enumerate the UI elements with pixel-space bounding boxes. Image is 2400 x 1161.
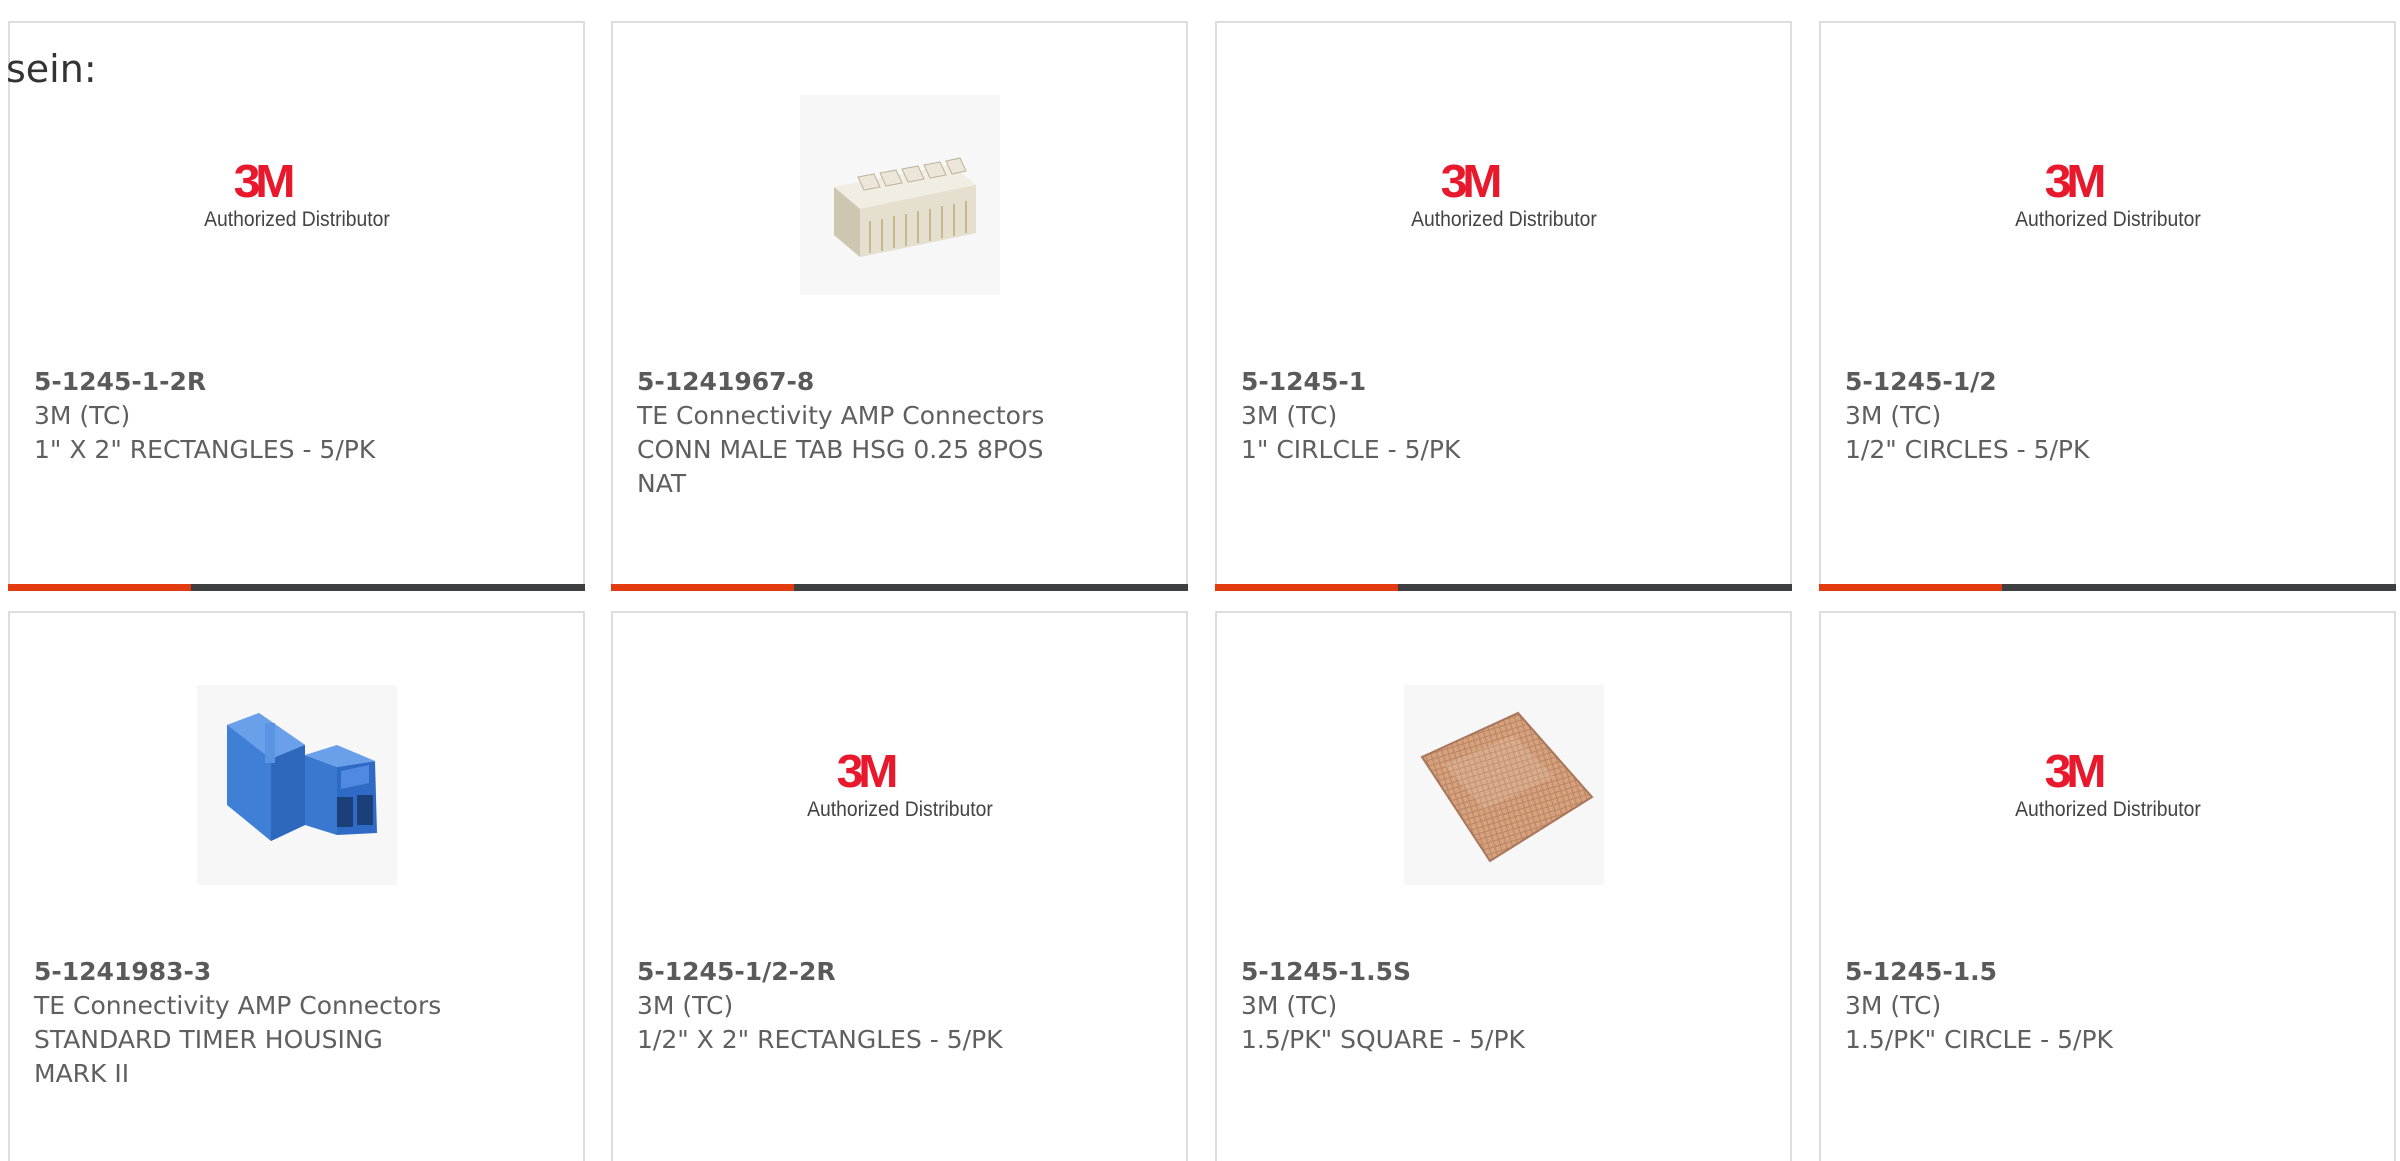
card-accent-bar (611, 584, 794, 591)
product-image (799, 95, 1000, 295)
lead-text: sein: (6, 47, 97, 91)
manufacturer: 3M (TC) (637, 991, 734, 1020)
product-image: 3M Authorized Distributor (197, 95, 397, 295)
part-number: 5-1245-1.5S (1241, 957, 1412, 986)
part-number: 5-1245-1/2 (1845, 367, 1997, 396)
card-accent-bar (1819, 584, 2002, 591)
logo-mark: 3M (2044, 155, 2106, 207)
3m-logo-icon: 3M Authorized Distributor (800, 740, 1000, 830)
product-image: 3M Authorized Distributor (2008, 95, 2208, 295)
product-info: 5-1245-1.5S 3M (TC) 1.5/PK" SQUARE - 5/P… (1241, 955, 1661, 1057)
3m-logo-icon: 3M Authorized Distributor (1404, 150, 1604, 240)
product-card[interactable]: 5-1245-1.5S 3M (TC) 1.5/PK" SQUARE - 5/P… (1215, 611, 1792, 1161)
product-card[interactable]: 3M Authorized Distributor 5-1245-1.5 3M … (1819, 611, 2396, 1161)
manufacturer: 3M (TC) (1845, 401, 1942, 430)
description: CONN MALE TAB HSG 0.25 8POS NAT (637, 435, 1044, 498)
logo-tagline: Authorized Distributor (806, 798, 993, 821)
card-bottom-bar (1819, 584, 2396, 591)
part-number: 5-1241967-8 (637, 367, 815, 396)
product-card[interactable]: 5-1241983-3 TE Connectivity AMP Connecto… (8, 611, 585, 1161)
card-bottom-bar (8, 584, 585, 591)
product-image (196, 685, 397, 885)
description: STANDARD TIMER HOUSING MARK II (34, 1025, 383, 1088)
product-info: 5-1241967-8 TE Connectivity AMP Connecto… (637, 365, 1057, 501)
manufacturer: 3M (TC) (34, 401, 131, 430)
part-number: 5-1245-1 (1241, 367, 1367, 396)
product-card[interactable]: 3M Authorized Distributor 5-1245-1/2 3M … (1819, 21, 2396, 591)
product-info: 5-1245-1/2 3M (TC) 1/2" CIRCLES - 5/PK (1845, 365, 2265, 467)
card-accent-bar (1215, 584, 1398, 591)
product-info: 5-1245-1 3M (TC) 1" CIRLCLE - 5/PK (1241, 365, 1661, 467)
product-image: 3M Authorized Distributor (800, 685, 1000, 885)
white-connector-housing-icon (799, 95, 1000, 295)
card-accent-bar (8, 584, 191, 591)
product-card[interactable]: 5-1241967-8 TE Connectivity AMP Connecto… (611, 21, 1188, 591)
logo-mark: 3M (233, 155, 295, 207)
description: 1" X 2" RECTANGLES - 5/PK (34, 435, 376, 464)
product-card[interactable]: 3M Authorized Distributor 5-1245-1 3M (T… (1215, 21, 1792, 591)
card-bottom-bar (611, 584, 1188, 591)
product-image: 3M Authorized Distributor (1404, 95, 1604, 295)
logo-tagline: Authorized Distributor (1410, 208, 1597, 231)
3m-logo-icon: 3M Authorized Distributor (2008, 150, 2208, 240)
product-card[interactable]: 3M Authorized Distributor 5-1245-1/2-2R … (611, 611, 1188, 1161)
description: 1" CIRLCLE - 5/PK (1241, 435, 1461, 464)
copper-foil-square-icon (1403, 685, 1604, 885)
description: 1/2" X 2" RECTANGLES - 5/PK (637, 1025, 1003, 1054)
part-number: 5-1245-1/2-2R (637, 957, 836, 986)
page: sein: 3M Authorized Distributor 5-1245-1… (0, 0, 2400, 1161)
manufacturer: 3M (TC) (1241, 991, 1338, 1020)
description: 1.5/PK" SQUARE - 5/PK (1241, 1025, 1525, 1054)
logo-mark: 3M (2044, 745, 2106, 797)
product-info: 5-1241983-3 TE Connectivity AMP Connecto… (34, 955, 454, 1091)
part-number: 5-1241983-3 (34, 957, 212, 986)
part-number: 5-1245-1.5 (1845, 957, 1998, 986)
manufacturer: TE Connectivity AMP Connectors (637, 401, 1045, 430)
product-card[interactable]: 3M Authorized Distributor 5-1245-1-2R 3M… (8, 21, 585, 591)
logo-mark: 3M (1440, 155, 1502, 207)
logo-tagline: Authorized Distributor (203, 208, 390, 231)
logo-mark: 3M (836, 745, 898, 797)
product-info: 5-1245-1-2R 3M (TC) 1" X 2" RECTANGLES -… (34, 365, 454, 467)
description: 1.5/PK" CIRCLE - 5/PK (1845, 1025, 2113, 1054)
description: 1/2" CIRCLES - 5/PK (1845, 435, 2090, 464)
product-image: 3M Authorized Distributor (2008, 685, 2208, 885)
3m-logo-icon: 3M Authorized Distributor (2008, 740, 2208, 830)
product-image (1403, 685, 1604, 885)
product-info: 5-1245-1.5 3M (TC) 1.5/PK" CIRCLE - 5/PK (1845, 955, 2265, 1057)
product-info: 5-1245-1/2-2R 3M (TC) 1/2" X 2" RECTANGL… (637, 955, 1057, 1057)
blue-connector-housing-icon (196, 685, 397, 885)
3m-logo-icon: 3M Authorized Distributor (197, 150, 397, 240)
card-bottom-bar (1215, 584, 1792, 591)
logo-tagline: Authorized Distributor (2014, 208, 2201, 231)
manufacturer: 3M (TC) (1845, 991, 1942, 1020)
logo-tagline: Authorized Distributor (2014, 798, 2201, 821)
manufacturer: 3M (TC) (1241, 401, 1338, 430)
manufacturer: TE Connectivity AMP Connectors (34, 991, 442, 1020)
part-number: 5-1245-1-2R (34, 367, 207, 396)
